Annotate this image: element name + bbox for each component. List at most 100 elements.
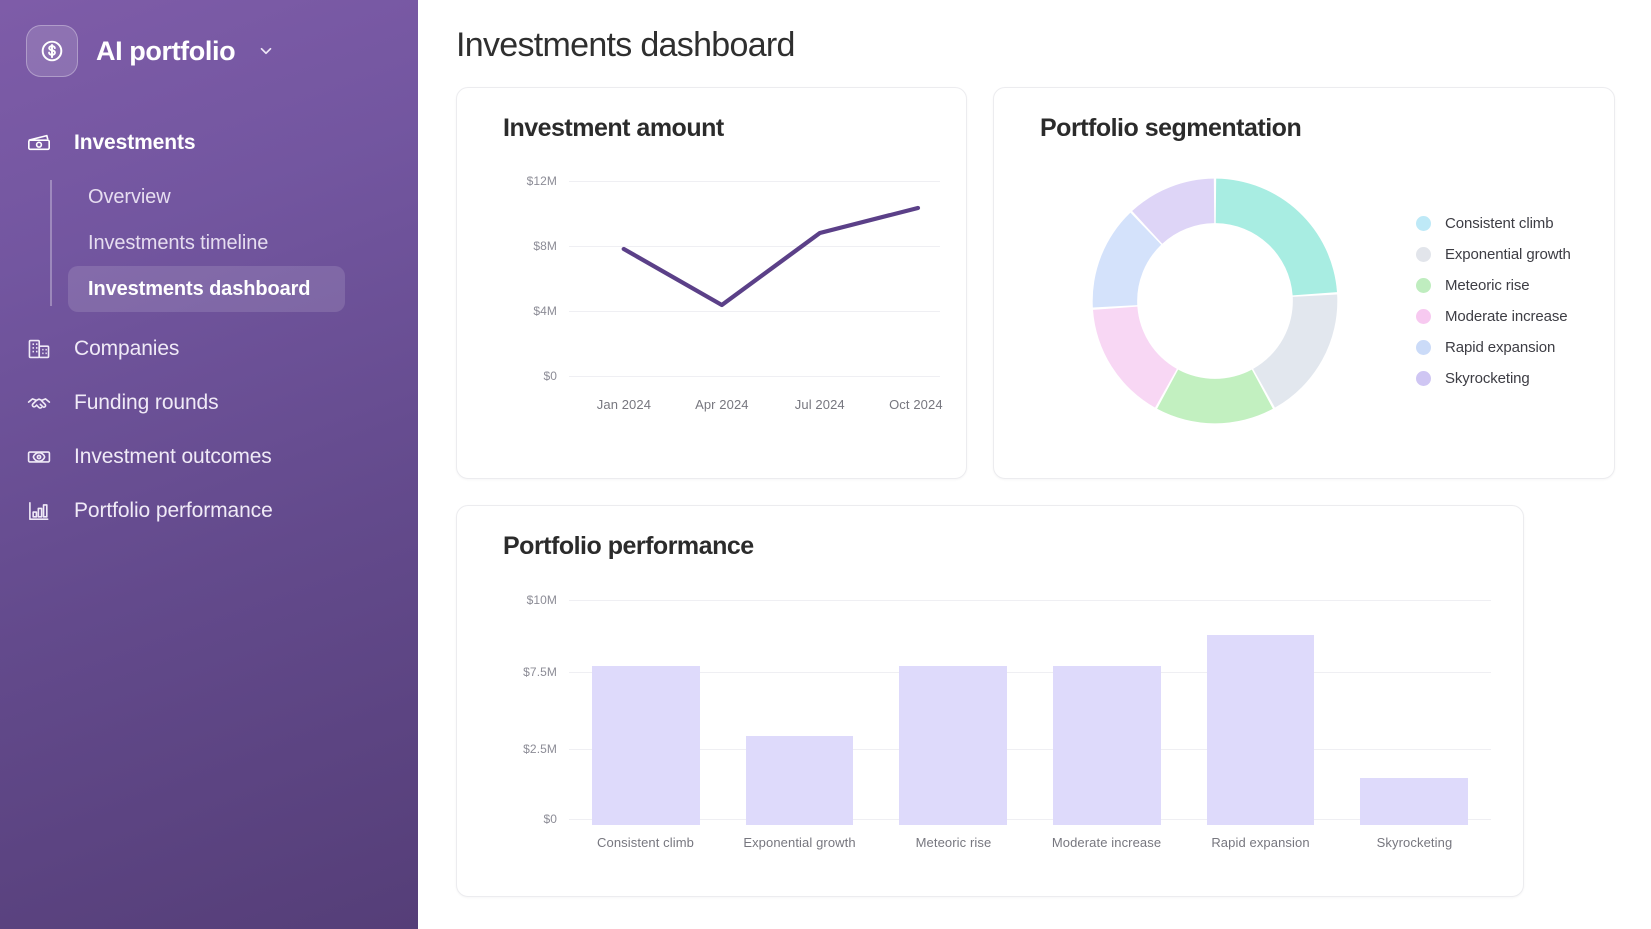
y-tick-label: $0 (543, 812, 557, 827)
banknote-eye-icon (26, 444, 52, 470)
bar-chart-y-axis: $10M $7.5M $2.5M $0 (503, 592, 557, 827)
sidebar-item-investments[interactable]: Investments (0, 116, 418, 170)
brand-selector[interactable]: AI portfolio (0, 24, 418, 78)
legend-dot-icon (1416, 371, 1431, 386)
card-portfolio-segmentation: Portfolio segmentation Consistent climb … (993, 87, 1615, 479)
bar-moderate-increase[interactable] (1053, 666, 1161, 825)
x-tick-label: Jan 2024 (596, 397, 652, 412)
sidebar-item-portfolio-performance[interactable]: Portfolio performance (0, 484, 418, 538)
bar-chart-portfolio-performance: $10M $7.5M $2.5M $0 Consistent climb Exp… (503, 592, 1497, 885)
legend-dot-icon (1416, 216, 1431, 231)
donut-chart-portfolio-segmentation: Consistent climb Exponential growth Mete… (1040, 151, 1588, 451)
dollar-badge-icon (26, 25, 78, 77)
sidebar-item-companies[interactable]: Companies (0, 322, 418, 376)
donut-legend: Consistent climb Exponential growth Mete… (1416, 215, 1571, 387)
sidebar-item-label: Portfolio performance (74, 499, 273, 522)
card-title: Investment amount (503, 114, 724, 142)
y-tick-label: $8M (533, 239, 557, 254)
line-chart-investment-amount: $12M $8M $4M $0 Jan 2024 Apr 2024 Jul 20… (503, 174, 943, 427)
legend-label: Rapid expansion (1445, 339, 1556, 356)
bar-chart-plot-area (569, 595, 1491, 825)
sidebar-subitem-label: Investments dashboard (88, 277, 311, 300)
sidebar-subnav-investments: Overview Investments timeline Investment… (0, 174, 418, 312)
sidebar-item-investments-dashboard[interactable]: Investments dashboard (68, 266, 345, 312)
x-tick-label: Jul 2024 (794, 397, 845, 412)
brand-name: AI portfolio (96, 35, 236, 66)
legend-dot-icon (1416, 340, 1431, 355)
bar-slot (723, 595, 877, 825)
bar-rapid-expansion[interactable] (1206, 634, 1315, 825)
sidebar-subitem-label: Overview (88, 185, 171, 208)
sidebar-item-label: Companies (74, 337, 180, 360)
bar-slot (1337, 595, 1491, 825)
dashboard-row-top: Investment amount $12M $8M $4M $0 Jan 20… (456, 87, 1615, 479)
legend-dot-icon (1416, 247, 1431, 262)
legend-item-meteoric-rise[interactable]: Meteoric rise (1416, 277, 1571, 294)
sidebar-item-funding-rounds[interactable]: Funding rounds (0, 376, 418, 430)
sidebar-item-label: Funding rounds (74, 391, 219, 414)
bar-chart-icon (26, 498, 52, 524)
bar-skyrocketing[interactable] (1360, 778, 1468, 825)
bar-slot (1030, 595, 1184, 825)
legend-item-skyrocketing[interactable]: Skyrocketing (1416, 370, 1571, 387)
page-title: Investments dashboard (456, 26, 795, 64)
main-content: Investments dashboard Investment amount … (418, 0, 1651, 929)
sidebar-item-investment-outcomes[interactable]: Investment outcomes (0, 430, 418, 484)
sidebar-subitem-label: Investments timeline (88, 231, 269, 254)
x-tick-label: Meteoric rise (915, 835, 992, 850)
sidebar-item-label: Investments (74, 131, 196, 154)
bar-slot (1184, 595, 1338, 825)
chevron-down-icon[interactable] (257, 42, 275, 60)
bar-slot (569, 595, 723, 825)
x-tick-label: Exponential growth (743, 835, 856, 850)
legend-item-rapid-expansion[interactable]: Rapid expansion (1416, 339, 1571, 356)
x-tick-label: Moderate increase (1051, 835, 1162, 850)
building-icon (26, 336, 52, 362)
legend-label: Meteoric rise (1445, 277, 1530, 294)
y-tick-label: $4M (533, 304, 557, 319)
donut-slice-meteoric-rise[interactable] (1157, 369, 1273, 424)
x-tick-label: Skyrocketing (1376, 835, 1453, 850)
donut-segments (1092, 178, 1338, 424)
y-tick-label: $10M (526, 592, 557, 607)
money-bill-icon (26, 130, 52, 156)
y-tick-label: $0 (543, 369, 557, 384)
card-portfolio-performance: Portfolio performance $10M $7.5M $2.5M $… (456, 505, 1524, 897)
y-tick-label: $7.5M (523, 665, 557, 680)
card-title: Portfolio performance (503, 532, 754, 560)
bar-chart-x-axis: Consistent climb Exponential growth Mete… (569, 835, 1491, 855)
bar-exponential-growth[interactable] (745, 736, 854, 825)
sidebar-item-overview[interactable]: Overview (68, 174, 345, 220)
sidebar-item-label: Investment outcomes (74, 445, 272, 468)
y-tick-label: $12M (526, 174, 557, 189)
legend-label: Exponential growth (1445, 246, 1571, 263)
line-series-investment-amount (621, 205, 921, 308)
bar-slot (876, 595, 1030, 825)
handshake-icon (26, 390, 52, 416)
bar-meteoric-rise[interactable] (899, 666, 1007, 825)
legend-item-moderate-increase[interactable]: Moderate increase (1416, 308, 1571, 325)
donut-slice-moderate-increase[interactable] (1093, 306, 1177, 408)
x-tick-label: Oct 2024 (889, 397, 943, 412)
legend-label: Moderate increase (1445, 308, 1568, 325)
x-tick-label: Rapid expansion (1211, 835, 1310, 850)
sidebar-nav: Investments Overview Investments timelin… (0, 116, 418, 538)
app-root: AI portfolio Investments Overview Invest… (0, 0, 1651, 929)
line-chart-y-axis: $12M $8M $4M $0 (503, 174, 557, 389)
card-investment-amount: Investment amount $12M $8M $4M $0 Jan 20… (456, 87, 967, 479)
line-chart-plot-area (569, 177, 940, 389)
y-tick-label: $2.5M (523, 742, 557, 757)
legend-dot-icon (1416, 278, 1431, 293)
legend-item-exponential-growth[interactable]: Exponential growth (1416, 246, 1571, 263)
line-chart-x-axis: Jan 2024 Apr 2024 Jul 2024 Oct 2024 (569, 397, 943, 417)
donut-slice-exponential-growth[interactable] (1253, 294, 1338, 408)
bar-consistent-climb[interactable] (592, 666, 700, 825)
x-tick-label: Apr 2024 (695, 397, 749, 412)
x-tick-label: Consistent climb (597, 835, 694, 850)
card-title: Portfolio segmentation (1040, 114, 1302, 142)
donut-slice-consistent-climb[interactable] (1215, 178, 1337, 296)
legend-item-consistent-climb[interactable]: Consistent climb (1416, 215, 1571, 232)
legend-label: Skyrocketing (1445, 370, 1530, 387)
sidebar-item-investments-timeline[interactable]: Investments timeline (68, 220, 345, 266)
legend-dot-icon (1416, 309, 1431, 324)
